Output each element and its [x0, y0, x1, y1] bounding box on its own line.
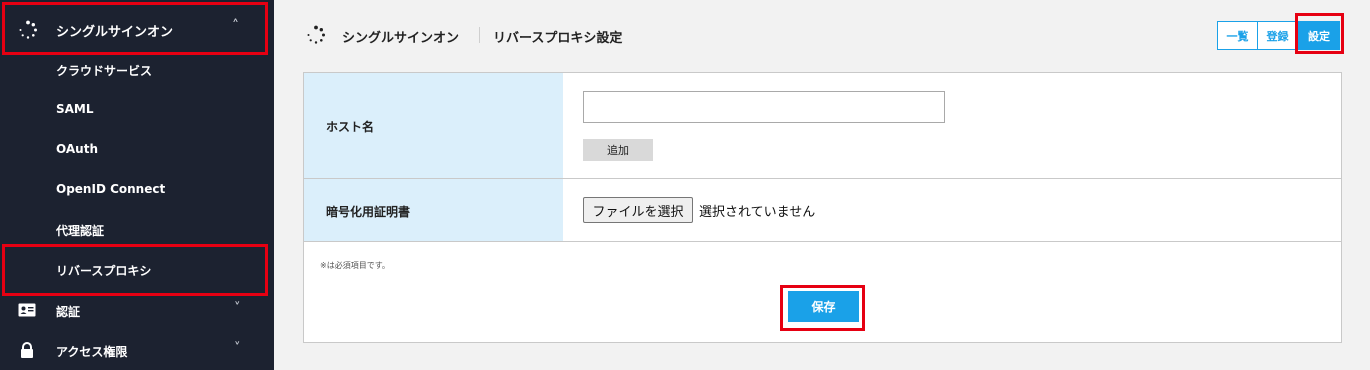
sidebar-item-label: OAuth — [56, 142, 98, 156]
chevron-down-icon: ˅ — [234, 341, 241, 356]
certificate-label: 暗号化用証明書 — [326, 205, 411, 219]
sidebar-item-label: 代理認証 — [56, 224, 105, 238]
settings-form: ホスト名 追加 暗号化用証明書 ファイルを選択 選択されていません ※は必須項目… — [303, 72, 1342, 343]
page-title: シングルサインオン — [342, 31, 460, 46]
sidebar-item-proxy-auth[interactable]: 代理認証 — [0, 210, 274, 250]
sidebar-item-label: 認証 — [56, 305, 81, 319]
form-row-certificate: 暗号化用証明書 ファイルを選択 選択されていません — [304, 179, 1341, 242]
sidebar: シングルサインオン ˄ クラウドサービス SAML OAuth OpenID C… — [0, 0, 274, 370]
file-select-button[interactable]: ファイルを選択 — [583, 197, 693, 223]
spinner-dots-icon — [306, 25, 326, 45]
sidebar-item-label: アクセス権限 — [56, 345, 128, 359]
sidebar-item-openid-connect[interactable]: OpenID Connect — [0, 170, 274, 210]
page-subtitle: リバースプロキシ設定 — [493, 31, 623, 46]
form-label-cell: 暗号化用証明書 — [304, 179, 563, 241]
spinner-dots-icon — [18, 20, 38, 40]
chevron-down-icon: ˅ — [234, 301, 241, 316]
form-row-hostname: ホスト名 追加 — [304, 73, 1341, 179]
sidebar-item-saml[interactable]: SAML — [0, 90, 274, 130]
tab-register[interactable]: 登録 — [1257, 21, 1298, 50]
sidebar-item-label: クラウドサービス — [56, 64, 153, 78]
sidebar-item-label: OpenID Connect — [56, 182, 166, 196]
sidebar-item-cloud-service[interactable]: クラウドサービス — [0, 50, 274, 90]
hostname-input[interactable] — [583, 91, 945, 123]
id-card-icon — [18, 302, 36, 318]
title-divider — [479, 27, 480, 43]
tab-settings[interactable]: 設定 — [1298, 21, 1340, 50]
hostname-label: ホスト名 — [326, 120, 375, 134]
required-note: ※は必須項目です。 — [320, 261, 390, 270]
file-status-text: 選択されていません — [699, 205, 816, 220]
sidebar-item-label: シングルサインオン — [56, 25, 174, 40]
sidebar-item-authentication[interactable]: 認証 ˅ — [0, 290, 274, 330]
save-button[interactable]: 保存 — [788, 291, 859, 322]
sidebar-item-label: SAML — [56, 102, 94, 116]
sidebar-item-label: リバースプロキシ — [56, 264, 152, 278]
sidebar-item-reverse-proxy[interactable]: リバースプロキシ — [0, 250, 274, 290]
sidebar-item-oauth[interactable]: OAuth — [0, 130, 274, 170]
sidebar-item-access-rights[interactable]: アクセス権限 ˅ — [0, 330, 274, 370]
add-hostname-button[interactable]: 追加 — [583, 139, 653, 161]
tab-list[interactable]: 一覧 — [1217, 21, 1258, 50]
chevron-up-icon: ˄ — [232, 18, 239, 34]
form-label-cell: ホスト名 — [304, 73, 563, 178]
lock-icon — [18, 342, 36, 358]
